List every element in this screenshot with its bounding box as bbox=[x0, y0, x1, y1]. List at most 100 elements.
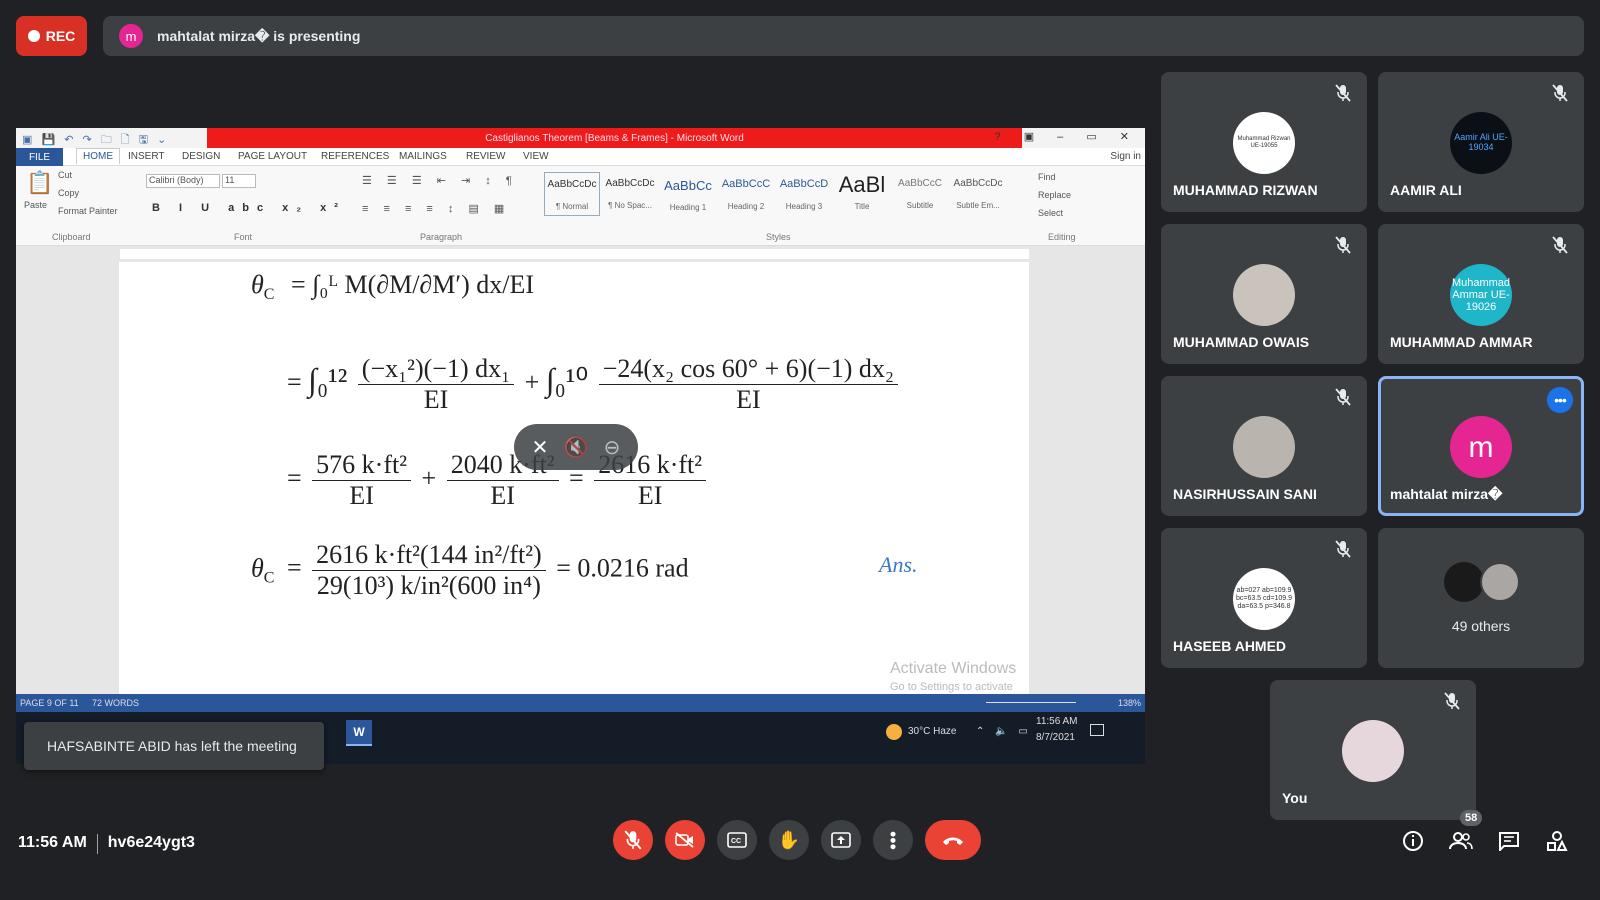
eq-fraction-c: 576 k·ft² EI bbox=[312, 450, 412, 511]
presenter-avatar: m bbox=[119, 24, 143, 48]
eq-denominator: EI bbox=[349, 481, 374, 510]
info-icon bbox=[1403, 831, 1423, 851]
svg-text:CC: CC bbox=[731, 838, 741, 845]
self-tile[interactable]: You bbox=[1270, 680, 1476, 820]
tab-design: DESIGN bbox=[182, 151, 221, 162]
zoom-slider bbox=[986, 702, 1076, 703]
word-status-bar: PAGE 9 OF 11 72 WORDS 138% bbox=[16, 694, 1145, 712]
mute-speaker-icon[interactable]: 🔇 bbox=[564, 435, 589, 460]
captions-button[interactable]: CC bbox=[717, 820, 757, 860]
word-taskbar-icon: W bbox=[346, 720, 372, 746]
style-label: Heading 1 bbox=[669, 203, 707, 212]
copy-label: Copy bbox=[58, 188, 80, 198]
equation-line-4: θC = 2616 k·ft²(144 in²/ft²) 29(10³) k/in… bbox=[251, 540, 689, 600]
eq-theta-sub: C bbox=[263, 286, 275, 304]
hand-icon: ✋ bbox=[777, 829, 801, 850]
meeting-info: 11:56 AM hv6e24ygt3 bbox=[18, 834, 195, 854]
cut-label: Cut bbox=[58, 170, 73, 180]
eq-numerator: (−x₁²)(−1) dx₁ bbox=[357, 354, 515, 385]
participant-name: AAMIR ALI bbox=[1390, 182, 1462, 198]
word-count: 72 WORDS bbox=[92, 698, 140, 708]
participant-tile[interactable]: MUHAMMAD OWAIS bbox=[1161, 224, 1367, 364]
style-preview: AaBbCcC bbox=[898, 178, 942, 189]
avatar: Aamir Ali UE-19034 bbox=[1450, 112, 1512, 174]
replace-label: Replace bbox=[1038, 190, 1072, 200]
notification-icon bbox=[1090, 724, 1104, 736]
avatar bbox=[1342, 720, 1404, 782]
list-icons: ☰ ☰ ☰ ⇤ ⇥ ↕ ¶ bbox=[362, 175, 518, 187]
style-label: Heading 3 bbox=[785, 202, 823, 211]
tab-mailings: MAILINGS bbox=[399, 151, 447, 162]
activities-button[interactable] bbox=[1544, 828, 1570, 854]
others-tile[interactable]: 49 others bbox=[1378, 528, 1584, 668]
avatar: Muhammad Ammar UE-19026 bbox=[1450, 264, 1512, 326]
activate-title: Activate Windows bbox=[890, 660, 1017, 677]
mic-off-icon bbox=[1335, 388, 1351, 406]
participant-name: MUHAMMAD OWAIS bbox=[1173, 334, 1310, 350]
raise-hand-button[interactable]: ✋ bbox=[769, 820, 809, 860]
editing-group-label: Editing bbox=[1048, 232, 1076, 242]
participant-tile-active[interactable]: ••• m mahtalat mirza� bbox=[1378, 376, 1584, 516]
camera-toggle-button[interactable] bbox=[665, 820, 705, 860]
mic-off-icon bbox=[1552, 84, 1568, 102]
avatar: m bbox=[1450, 416, 1512, 478]
equation-line-3: = 576 k·ft² EI + 2040 k·ft² EI = 2616 k·ft… bbox=[287, 450, 710, 511]
more-options-icon[interactable]: ••• bbox=[1547, 387, 1573, 413]
leave-call-button[interactable] bbox=[925, 820, 981, 860]
presenting-banner: m mahtalat mirza� is presenting bbox=[103, 16, 1584, 56]
eq-denominator: 29(10³) k/in²(600 in⁴) bbox=[316, 571, 541, 600]
answer-label: Ans. bbox=[879, 552, 918, 577]
eq-integral-a: ∫₀¹² bbox=[308, 361, 348, 398]
style-preview: AaBbCcD bbox=[779, 178, 829, 190]
avatar bbox=[1233, 416, 1295, 478]
style-title: AaBl Title bbox=[834, 172, 890, 216]
eq-denominator: EI bbox=[736, 385, 761, 414]
participant-tile[interactable]: Muhammad Rizwan UE-19055 MUHAMMAD RIZWAN bbox=[1161, 72, 1367, 212]
paste-label: Paste bbox=[24, 200, 48, 210]
others-count: 49 others bbox=[1451, 618, 1511, 634]
eq-fraction-a: (−x₁²)(−1) dx₁ EI bbox=[357, 354, 515, 415]
avatar bbox=[1480, 562, 1520, 602]
style-label: ¶ Normal bbox=[555, 202, 589, 211]
more-options-button[interactable]: ••• bbox=[873, 820, 913, 860]
mic-off-icon bbox=[1335, 540, 1351, 558]
mic-toggle-button[interactable] bbox=[613, 820, 653, 860]
participant-tile[interactable]: NASIRHUSSAIN SANI bbox=[1161, 376, 1367, 516]
eq-fraction-b: −24(x₂ cos 60° + 6)(−1) dx₂ EI bbox=[598, 354, 898, 415]
people-button[interactable] bbox=[1448, 828, 1474, 854]
tab-references: REFERENCES bbox=[321, 151, 390, 162]
taskbar-clock-time: 11:56 AM bbox=[1036, 716, 1078, 727]
avatar: ab=027 ab=109.9 bc=63.5 cd=109.9 da=63.5… bbox=[1233, 568, 1295, 630]
participant-name: HASEEB AHMED bbox=[1173, 638, 1287, 654]
tab-home: HOME bbox=[76, 148, 120, 164]
style-heading-2: AaBbCcC Heading 2 bbox=[718, 172, 774, 216]
font-format-icons: B I U abc x₂ x² bbox=[152, 202, 346, 214]
participant-tile[interactable]: Muhammad Ammar UE-19026 MUHAMMAD AMMAR bbox=[1378, 224, 1584, 364]
eq-result: = 0.0216 rad bbox=[556, 553, 689, 583]
mic-off-icon bbox=[624, 830, 642, 850]
word-title-bar: ▣ 💾 ↶ ↷ 🗀 🗋 🖫 ⌄ Castiglianos Theorem [Be… bbox=[16, 128, 1145, 148]
separator bbox=[96, 834, 98, 854]
participant-tile[interactable]: Aamir Ali UE-19034 AAMIR ALI bbox=[1378, 72, 1584, 212]
remove-icon[interactable]: ⊖ bbox=[604, 435, 621, 460]
meeting-details-button[interactable] bbox=[1400, 828, 1426, 854]
chat-button[interactable] bbox=[1496, 828, 1522, 854]
present-now-button[interactable] bbox=[821, 820, 861, 860]
avatar bbox=[1444, 562, 1484, 602]
people-icon bbox=[1449, 832, 1473, 850]
ribbon-tabs: FILE HOME INSERT DESIGN PAGE LAYOUT REFE… bbox=[16, 148, 1145, 166]
mic-off-icon bbox=[1444, 692, 1460, 710]
style-label: ¶ No Spac... bbox=[608, 201, 652, 210]
eq-numerator: −24(x₂ cos 60° + 6)(−1) dx₂ bbox=[598, 354, 898, 385]
eq-numerator: 2616 k·ft²(144 in²/ft²) bbox=[312, 540, 546, 571]
pin-off-icon[interactable]: ✕ bbox=[532, 435, 549, 460]
notification-toast: HAFSABINTE ABID has left the meeting bbox=[24, 722, 324, 770]
tab-file: FILE bbox=[16, 148, 63, 166]
participant-tile[interactable]: ab=027 ab=109.9 bc=63.5 cd=109.9 da=63.5… bbox=[1161, 528, 1367, 668]
paste-icon: 📋 bbox=[26, 170, 54, 195]
style-preview: AaBbCc bbox=[664, 178, 712, 193]
equation-line-2: = ∫₀¹² (−x₁²)(−1) dx₁ EI + ∫₀¹⁰ −24(x₂ co… bbox=[287, 354, 902, 415]
mic-off-icon bbox=[1335, 236, 1351, 254]
eq-denominator: EI bbox=[423, 385, 449, 414]
style-preview: AaBbCcDc bbox=[953, 178, 1003, 189]
